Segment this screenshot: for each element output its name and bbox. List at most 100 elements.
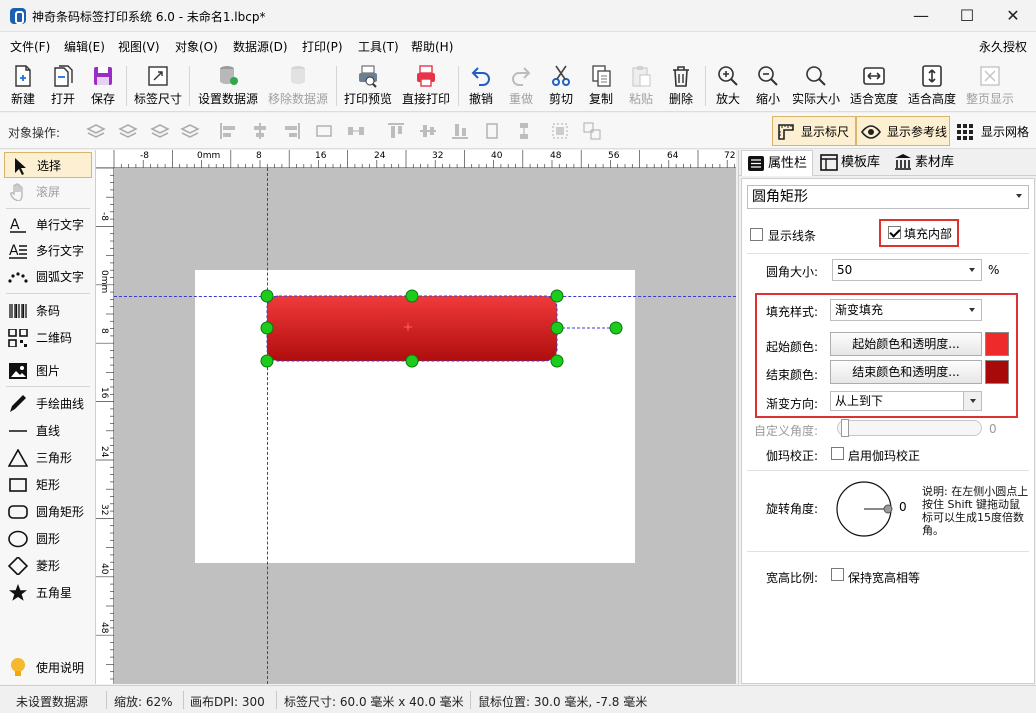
tab-properties[interactable]: 属性栏 bbox=[741, 150, 813, 176]
menu-file[interactable]: 文件(F) bbox=[10, 38, 50, 55]
remove-datasource-button[interactable]: 移除数据源 bbox=[266, 64, 330, 110]
send-backward-icon[interactable] bbox=[180, 121, 200, 141]
cut-button[interactable]: 剪切 bbox=[544, 64, 578, 110]
resize-handle-top-left[interactable] bbox=[260, 289, 274, 303]
fill-style-select[interactable]: 渐变填充 bbox=[830, 299, 982, 321]
dropdown-button[interactable] bbox=[963, 392, 981, 410]
tool-barcode[interactable]: 条码 bbox=[4, 298, 92, 324]
print-preview-button[interactable]: 打印预览 bbox=[342, 64, 394, 110]
tool-star[interactable]: 五角星 bbox=[4, 580, 92, 606]
distribute-vspacing-icon[interactable] bbox=[514, 121, 534, 141]
show-ruler-toggle[interactable]: 显示标尺 bbox=[772, 116, 856, 146]
tool-select[interactable]: 选择 bbox=[4, 152, 92, 178]
rotation-knob[interactable] bbox=[883, 504, 893, 514]
bring-forward-icon[interactable] bbox=[150, 121, 170, 141]
maximize-button[interactable]: ☐ bbox=[944, 0, 990, 32]
end-color-swatch[interactable] bbox=[985, 360, 1009, 384]
show-border-checkbox[interactable] bbox=[750, 228, 763, 241]
tool-circle[interactable]: 圆形 bbox=[4, 526, 92, 552]
tool-rectangle[interactable]: 矩形 bbox=[4, 472, 92, 498]
vertical-guide-line[interactable] bbox=[267, 168, 268, 684]
selected-shape[interactable] bbox=[256, 284, 626, 374]
end-color-button[interactable]: 结束颜色和透明度... bbox=[830, 360, 982, 384]
start-color-button[interactable]: 起始颜色和透明度... bbox=[830, 332, 982, 356]
resize-handle-left[interactable] bbox=[260, 321, 274, 335]
keep-aspect-checkbox[interactable] bbox=[831, 568, 844, 581]
tool-diamond[interactable]: 菱形 bbox=[4, 553, 92, 579]
new-button[interactable]: 新建 bbox=[6, 64, 40, 110]
resize-handle-bottom[interactable] bbox=[405, 354, 419, 368]
direct-print-button[interactable]: 直接打印 bbox=[400, 64, 452, 110]
menu-datasource[interactable]: 数据源(D) bbox=[233, 38, 288, 55]
send-back-icon[interactable] bbox=[118, 121, 138, 141]
tool-line[interactable]: 直线 bbox=[4, 418, 92, 444]
rotate-handle[interactable] bbox=[609, 321, 623, 335]
tool-triangle[interactable]: 三角形 bbox=[4, 445, 92, 471]
copy-button[interactable]: 复制 bbox=[584, 64, 618, 110]
distribute-spacing-icon[interactable] bbox=[346, 121, 366, 141]
tab-templates[interactable]: 模板库 bbox=[815, 150, 887, 176]
open-button[interactable]: 打开 bbox=[46, 64, 80, 110]
delete-button[interactable]: 删除 bbox=[664, 64, 698, 110]
resize-handle-bottom-right[interactable] bbox=[550, 354, 564, 368]
minimize-button[interactable]: — bbox=[898, 0, 944, 32]
save-button[interactable]: 保存 bbox=[86, 64, 120, 110]
slider-thumb[interactable] bbox=[841, 419, 849, 437]
rounded-rectangle-shape[interactable] bbox=[267, 296, 557, 361]
license-link[interactable]: 永久授权 bbox=[979, 38, 1027, 55]
gradient-direction-select[interactable]: 从上到下 bbox=[830, 391, 982, 411]
custom-angle-slider[interactable] bbox=[837, 419, 982, 437]
corner-size-select[interactable]: 50 bbox=[832, 259, 982, 281]
tool-image[interactable]: 图片 bbox=[4, 358, 92, 384]
show-grid-toggle[interactable]: 显示网格 bbox=[952, 116, 1034, 146]
tool-arc-text[interactable]: 圆弧文字 bbox=[4, 264, 92, 290]
ungroup-icon[interactable] bbox=[582, 121, 602, 141]
resize-handle-right[interactable] bbox=[550, 321, 564, 335]
align-top-icon[interactable] bbox=[386, 121, 406, 141]
distribute-vertical-icon[interactable] bbox=[482, 121, 502, 141]
fit-page-button[interactable]: 整页显示 bbox=[964, 64, 1016, 110]
menu-object[interactable]: 对象(O) bbox=[175, 38, 218, 55]
align-right-icon[interactable] bbox=[282, 121, 302, 141]
actual-size-button[interactable]: 实际大小 bbox=[790, 64, 842, 110]
align-center-icon[interactable] bbox=[250, 121, 270, 141]
fit-height-button[interactable]: 适合高度 bbox=[906, 64, 958, 110]
menu-print[interactable]: 打印(P) bbox=[302, 38, 343, 55]
gamma-checkbox[interactable] bbox=[831, 447, 844, 460]
align-bottom-icon[interactable] bbox=[450, 121, 470, 141]
menu-edit[interactable]: 编辑(E) bbox=[64, 38, 105, 55]
resize-handle-top[interactable] bbox=[405, 289, 419, 303]
label-size-button[interactable]: 标签尺寸 bbox=[133, 64, 183, 110]
start-color-swatch[interactable] bbox=[985, 332, 1009, 356]
redo-button[interactable]: 重做 bbox=[504, 64, 538, 110]
fit-width-button[interactable]: 适合宽度 bbox=[848, 64, 900, 110]
close-button[interactable]: ✕ bbox=[990, 0, 1036, 32]
tool-freehand[interactable]: 手绘曲线 bbox=[4, 391, 92, 417]
menu-view[interactable]: 视图(V) bbox=[118, 38, 160, 55]
help-guide-button[interactable]: 使用说明 bbox=[4, 655, 92, 681]
set-datasource-button[interactable]: 设置数据源 bbox=[196, 64, 260, 110]
resize-handle-bottom-left[interactable] bbox=[260, 354, 274, 368]
zoom-out-button[interactable]: 缩小 bbox=[751, 64, 785, 110]
tool-scroll[interactable]: 滚屏 bbox=[4, 179, 92, 205]
tool-multi-text[interactable]: A 多行文字 bbox=[4, 238, 92, 264]
align-middle-icon[interactable] bbox=[418, 121, 438, 141]
paste-button[interactable]: 粘贴 bbox=[624, 64, 658, 110]
fill-inside-checkbox[interactable] bbox=[888, 226, 901, 239]
tool-qrcode[interactable]: 二维码 bbox=[4, 325, 92, 351]
menu-help[interactable]: 帮助(H) bbox=[411, 38, 453, 55]
align-left-icon[interactable] bbox=[218, 121, 238, 141]
undo-button[interactable]: 撤销 bbox=[464, 64, 498, 110]
bring-front-icon[interactable] bbox=[86, 121, 106, 141]
menu-tools[interactable]: 工具(T) bbox=[358, 38, 399, 55]
tab-materials[interactable]: 素材库 bbox=[889, 150, 963, 176]
group-icon[interactable] bbox=[550, 121, 570, 141]
rotation-dial[interactable] bbox=[834, 479, 894, 539]
tool-rounded-rectangle[interactable]: 圆角矩形 bbox=[4, 499, 92, 525]
resize-handle-top-right[interactable] bbox=[550, 289, 564, 303]
design-canvas[interactable]: -8 0mm 8 16 24 32 40 48 56 64 72 -8 0mm … bbox=[96, 150, 736, 684]
object-type-select[interactable]: 圆角矩形 bbox=[747, 185, 1029, 209]
zoom-in-button[interactable]: 放大 bbox=[711, 64, 745, 110]
show-guides-toggle[interactable]: 显示参考线 bbox=[856, 116, 950, 146]
distribute-horizontal-icon[interactable] bbox=[314, 121, 334, 141]
